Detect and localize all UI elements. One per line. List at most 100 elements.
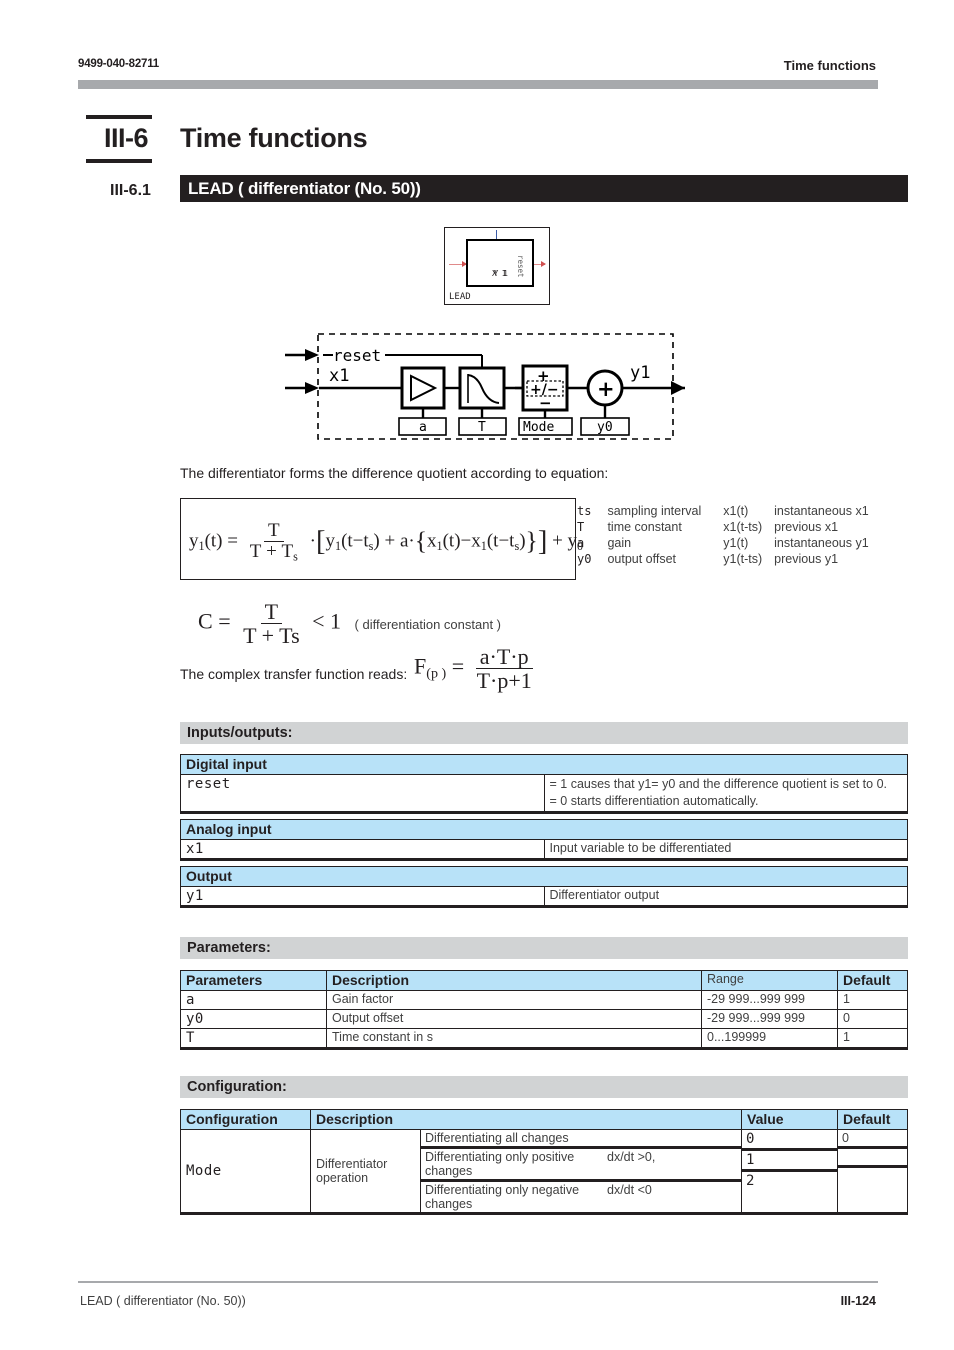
legend-description-2: previous y1 [774,552,839,566]
parameters-col-default: Default [837,970,908,991]
parameters-col-range: Range [701,970,838,991]
configuration-col-default: Default [837,1109,908,1130]
legend-symbol: ts [577,504,592,518]
digital-input-description-line-2: = 0 starts differentiation automatically… [549,793,759,808]
table-row: x1 Input variable to be differentiated [180,839,908,861]
configuration-description-line-2: operation [316,1171,369,1185]
tf-numerator: a·T·p [475,645,533,670]
configuration-values-table: 0 1 2 [742,1130,837,1190]
constant-lhs: C [198,608,213,634]
legend-description: gain [607,536,632,550]
configuration-col-description: Description [310,1109,742,1130]
table-header-row: Analog input [180,819,908,840]
tf-lhs-sub: (p ) [426,665,447,682]
flow-reset-label: reset [333,346,381,365]
chapter-rule-bottom [86,159,152,163]
parameter-default: 1 [837,990,908,1010]
flow-mode-param: Mode [523,420,554,435]
legend-symbol-2: x1(t) [723,504,749,518]
tf-fraction: a·T·p T·p+1 [473,645,536,692]
symbol-block-name: LEAD [449,292,471,302]
symbol-output-arrow-icon [541,261,546,267]
legend-description: output offset [607,552,677,566]
analog-input-header: Analog input [180,819,908,840]
symbol-output-label: Y 1 [493,269,508,278]
document-page: 9499-040-82711 Time functions III-6 Time… [0,0,954,1350]
table-header-row: Digital input [180,754,908,775]
configuration-option-row: Differentiating only positive changes dx… [421,1147,741,1182]
configuration-default-row: 0 [838,1130,907,1149]
legend-symbol: a [577,536,585,550]
digital-input-symbol: reset [180,774,545,814]
analog-input-symbol: x1 [180,839,545,861]
main-equation-box: y1(t) = TT + Ts ·[y1(t−ts) + a·{x1(t)−x1… [180,498,583,580]
running-header: 9499-040-82711 Time functions [78,58,876,78]
configuration-description-line-1: Differentiator [316,1157,388,1171]
configuration-description: Differentiator operation [310,1129,421,1215]
table-row: Mode Differentiator operation Differenti… [180,1129,908,1215]
transfer-function-equation: F(p ) = a·T·p T·p+1 [414,645,539,692]
configuration-option-dxdt: dx/dt >0, [603,1147,741,1182]
configuration-values: 0 1 2 [741,1129,838,1215]
configuration-defaults: 0 [837,1129,908,1215]
configuration-defaults-table: 0 [838,1130,907,1184]
inputs-outputs-band: Inputs/outputs: [180,722,908,744]
parameter-description: Output offset [326,1009,702,1029]
configuration-name: Mode [180,1129,311,1215]
constant-denominator: T + Ts [243,623,300,649]
table-row: y0 Output offset -29 999...999 999 0 [180,1009,908,1029]
configuration-option-row: Differentiating all changes [421,1130,741,1149]
configuration-band-title: Configuration: [187,1079,287,1095]
constant-comparison: < 1 [312,608,342,634]
configuration-table: Configuration Description Value Default … [180,1109,908,1215]
legend-description: sampling interval [607,504,702,518]
configuration-value-row: 0 [742,1130,837,1151]
flow-mode-minus: − [539,394,552,412]
flow-x1-label: x1 [329,366,349,386]
table-row: reset = 1 causes that y1= y0 and the dif… [180,774,908,814]
tf-equals: = [451,653,465,679]
parameter-symbol: T [180,1028,327,1050]
footer-page-number: III-124 [840,1294,876,1308]
inputs-outputs-band-title: Inputs/outputs: [187,725,293,741]
header-section-title: Time functions [783,58,876,73]
configuration-option-value: 1 [742,1149,837,1172]
output-symbol: y1 [180,886,545,908]
tf-lhs: F [414,653,427,679]
equation-legend: ts sampling interval x1(t) instantaneous… [577,504,869,568]
configuration-default-row [838,1166,907,1184]
signal-flow-diagram: reset x1 a T + +/− − Mode + y0 y1 [285,330,685,445]
legend-symbol: T [577,520,585,534]
legend-symbol: y0 [577,552,592,566]
flow-time-param: T [478,420,486,435]
configuration-col-value: Value [741,1109,838,1130]
symbol-reset-label: reset [516,255,525,278]
legend-description-2: previous x1 [774,520,839,534]
signal-flow-svg: reset x1 a T + +/− − Mode + y0 y1 [285,333,685,440]
footer-rule [78,1281,878,1283]
legend-description-2: instantaneous x1 [774,504,869,518]
section-title-bar: LEAD ( differentiator (No. 50)) [180,175,908,202]
parameter-description: Time constant in s [326,1028,702,1050]
configuration-option-row: Differentiating only negative changes dx… [421,1180,741,1212]
table-row: y1 Differentiator output [180,886,908,908]
chapter-rule-top [86,115,152,119]
section-number: III-6.1 [110,182,151,199]
function-block-symbol: X 1 Y 1 reset LEAD [444,227,550,305]
configuration-option-text: Differentiating only negative changes [421,1180,603,1212]
constant-note: ( differentiation constant ) [354,616,501,632]
output-table: Output y1 Differentiator output [180,866,908,908]
configuration-option-dxdt: dx/dt <0 [603,1180,741,1212]
intro-text: The differentiator forms the difference … [180,465,609,481]
configuration-option-value: 2 [742,1170,837,1190]
constant-equation: C = T T + Ts < 1 ( differentiation const… [198,600,501,647]
parameters-band-title: Parameters: [187,940,271,956]
constant-numerator: T [260,600,283,625]
legend-description: time constant [607,520,682,534]
parameters-table: Parameters Description Range Default a G… [180,970,908,1050]
parameter-range: 0...199999 [701,1028,838,1050]
table-header-row: Configuration Description Value Default [180,1109,908,1130]
chapter-title: Time functions [180,123,368,153]
table-header-row: Parameters Description Range Default [180,970,908,991]
output-header: Output [180,866,908,887]
